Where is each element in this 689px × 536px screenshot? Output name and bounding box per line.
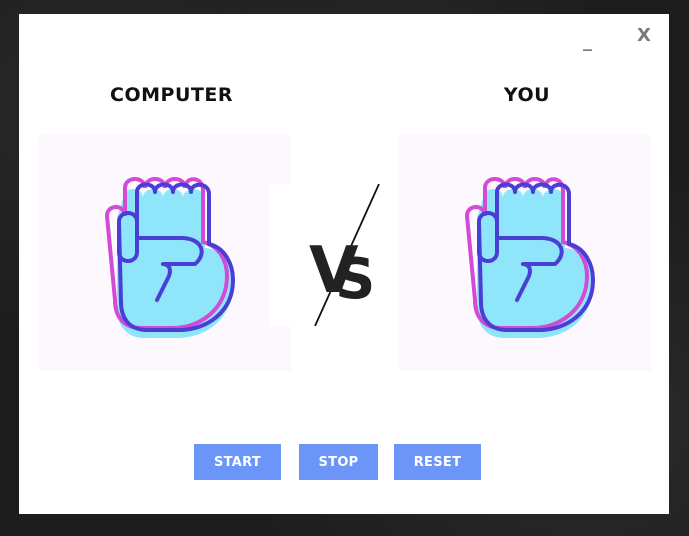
minimize-button[interactable]: _	[583, 32, 592, 52]
you-label: YOU	[503, 84, 551, 106]
vs-icon: V S	[309, 184, 380, 326]
game-window: _ X COMPUTER YOU V S START STOP RESET	[19, 14, 669, 514]
stop-button[interactable]: STOP	[299, 444, 378, 480]
rock-fist-icon	[104, 177, 235, 338]
rock-fist-icon	[464, 177, 595, 338]
close-button[interactable]: X	[637, 26, 651, 46]
computer-hand-panel	[39, 135, 291, 371]
vs-panel: V S	[269, 184, 415, 326]
computer-label: COMPUTER	[110, 84, 233, 106]
start-button[interactable]: START	[194, 444, 281, 480]
svg-text:S: S	[335, 247, 375, 312]
reset-button[interactable]: RESET	[394, 444, 481, 480]
you-hand-panel	[399, 135, 651, 371]
